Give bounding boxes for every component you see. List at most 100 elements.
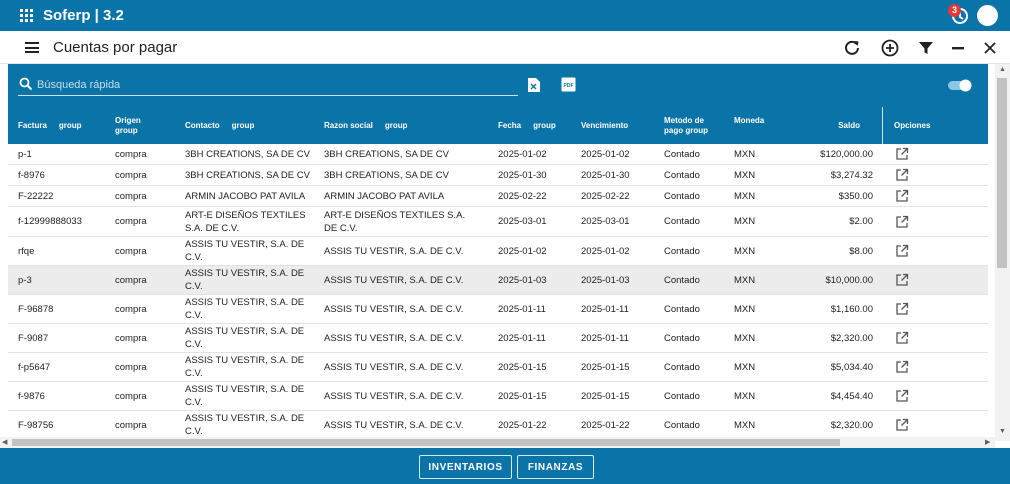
cell-vencimiento: 2025-01-11 — [581, 332, 629, 344]
finanzas-button[interactable]: FINANZAS — [517, 455, 594, 479]
refresh-icon[interactable] — [842, 38, 862, 58]
cell-factura: rfqe — [18, 245, 35, 257]
quick-search-input[interactable] — [37, 76, 515, 94]
excel-export-icon[interactable] — [527, 77, 541, 93]
table-row[interactable]: f-p5647 compra ASSIS TU VESTIR, S.A. DE C.… — [8, 353, 988, 382]
cell-factura: f-9876 — [18, 390, 45, 402]
col-header-origen[interactable]: Origen group — [115, 107, 165, 144]
cell-contacto: ASSIS TU VESTIR, S.A. DE C.V. — [185, 297, 305, 321]
cell-contacto: ARMIN JACOBO PAT AVILA — [185, 190, 306, 202]
table-row[interactable]: f-8976 compra 3BH CREATIONS, SA DE CV 3BH C… — [8, 165, 988, 186]
col-header-contacto[interactable]: Contacto group — [185, 107, 254, 144]
open-in-new-icon[interactable] — [895, 266, 909, 294]
col-header-factura[interactable]: Factura group — [18, 107, 82, 144]
open-in-new-icon[interactable] — [895, 186, 909, 206]
add-circle-icon[interactable] — [880, 38, 900, 58]
cell-metodo: Contado — [664, 169, 700, 181]
vertical-scrollbar[interactable]: ▲ ▼ — [995, 64, 1010, 441]
apps-grid-icon[interactable] — [20, 9, 33, 22]
cell-metodo: Contado — [664, 332, 700, 344]
quick-search — [18, 75, 518, 96]
pdf-label: PDF — [564, 83, 574, 89]
cell-vencimiento: 2025-01-02 — [581, 148, 630, 160]
scroll-right-arrow-icon[interactable]: ▶ — [985, 438, 990, 446]
table-row[interactable]: f-9876 compra ASSIS TU VESTIR, S.A. DE C.V… — [8, 382, 988, 411]
cell-fecha: 2025-01-11 — [498, 303, 546, 315]
col-header-metodo-pago[interactable]: Metodo de pago group — [664, 107, 716, 144]
cell-vencimiento: 2025-01-15 — [581, 390, 630, 402]
vertical-scroll-thumb[interactable] — [997, 78, 1007, 268]
table-row[interactable]: F-22222 compra ARMIN JACOBO PAT AVILA ARMIN… — [8, 186, 988, 207]
horizontal-scroll-thumb[interactable] — [12, 439, 840, 446]
scroll-up-arrow-icon[interactable]: ▲ — [999, 66, 1006, 73]
col-header-razon-social[interactable]: Razon social group — [324, 107, 408, 144]
open-in-new-icon[interactable] — [895, 353, 909, 381]
cell-vencimiento: 2025-01-22 — [581, 419, 630, 431]
search-bar: PDF — [8, 64, 988, 107]
horizontal-scrollbar[interactable]: ◀ ▶ — [0, 437, 995, 448]
open-in-new-icon[interactable] — [895, 144, 909, 164]
cell-contacto: ASSIS TU VESTIR, S.A. DE C.V. — [185, 268, 305, 292]
cell-razon: ASSIS TU VESTIR, S.A. DE C.V. — [324, 245, 464, 257]
open-in-new-icon[interactable] — [895, 324, 909, 352]
col-header-opciones: Opciones — [894, 120, 931, 130]
cell-saldo: $5,034.40 — [830, 361, 873, 373]
pdf-export-icon[interactable]: PDF — [561, 77, 576, 92]
cell-factura: f-12999888033 — [18, 216, 82, 227]
filter-icon[interactable] — [916, 38, 936, 58]
cell-saldo: $350.00 — [838, 190, 873, 202]
notifications-button[interactable]: 3 — [948, 4, 972, 26]
col-header-saldo[interactable]: Saldo — [798, 107, 860, 144]
group-label: group — [58, 120, 82, 130]
cell-vencimiento: 2025-03-01 — [581, 216, 630, 227]
cell-saldo: $2,320.00 — [830, 332, 873, 344]
table-row[interactable]: p-3 compra ASSIS TU VESTIR, S.A. DE C.V. AS… — [8, 266, 988, 295]
cell-metodo: Contado — [664, 390, 700, 402]
table-row[interactable]: rfqe compra ASSIS TU VESTIR, S.A. DE C.V. A… — [8, 237, 988, 266]
cell-saldo: $4,454.40 — [830, 390, 873, 402]
inventarios-button[interactable]: INVENTARIOS — [419, 455, 512, 479]
col-header-vencimiento[interactable]: Vencimiento — [581, 107, 628, 144]
cell-metodo: Contado — [664, 274, 700, 286]
minimize-icon[interactable] — [948, 38, 968, 58]
table-row[interactable]: f-12999888033 compra ART-E DISEÑOS TEXTILE… — [8, 207, 988, 237]
cell-metodo: Contado — [664, 148, 700, 160]
open-in-new-icon[interactable] — [895, 237, 909, 265]
cell-contacto: ASSIS TU VESTIR, S.A. DE C.V. — [185, 384, 305, 408]
view-toggle-switch[interactable] — [947, 78, 973, 92]
cell-saldo: $1,160.00 — [830, 303, 873, 315]
open-in-new-icon[interactable] — [895, 411, 909, 439]
cell-razon: ART-E DISEÑOS TEXTILES S.A. DE C.V. — [324, 209, 466, 234]
page-title: Cuentas por pagar — [53, 39, 178, 56]
cell-saldo: $2,320.00 — [830, 419, 873, 431]
cell-factura: p-3 — [18, 274, 32, 286]
table-row[interactable]: F-98756 compra ASSIS TU VESTIR, S.A. DE C.… — [8, 411, 988, 440]
cell-saldo: $120,000.00 — [820, 148, 873, 160]
scroll-left-arrow-icon[interactable]: ◀ — [2, 438, 7, 446]
cell-origen: compra — [115, 419, 147, 431]
cell-contacto: 3BH CREATIONS, SA DE CV — [185, 169, 310, 181]
cell-factura: f-8976 — [18, 169, 45, 181]
open-in-new-icon[interactable] — [895, 207, 909, 236]
table-row[interactable]: F-96878 compra ASSIS TU VESTIR, S.A. DE C.… — [8, 295, 988, 324]
open-in-new-icon[interactable] — [895, 295, 909, 323]
table-row[interactable]: F-9087 compra ASSIS TU VESTIR, S.A. DE C.V… — [8, 324, 988, 353]
open-in-new-icon[interactable] — [895, 382, 909, 410]
notification-count-badge: 3 — [948, 4, 961, 17]
open-in-new-icon[interactable] — [895, 165, 909, 185]
cell-metodo: Contado — [664, 419, 700, 431]
close-icon[interactable] — [980, 38, 1000, 58]
user-avatar[interactable] — [977, 5, 998, 26]
hamburger-menu-icon[interactable] — [25, 42, 39, 53]
col-header-moneda[interactable]: Moneda — [734, 102, 764, 139]
cell-saldo: $2.00 — [849, 216, 873, 227]
cell-metodo: Contado — [664, 245, 700, 257]
cell-factura: f-p5647 — [18, 361, 51, 373]
scroll-down-arrow-icon[interactable]: ▼ — [999, 428, 1006, 435]
table-row[interactable]: p-1 compra 3BH CREATIONS, SA DE CV 3BH CREA… — [8, 144, 988, 165]
col-header-fecha[interactable]: Fecha group — [498, 107, 556, 144]
cell-factura: F-96878 — [18, 303, 54, 315]
cell-saldo: $8.00 — [849, 245, 873, 257]
cell-vencimiento: 2025-01-02 — [581, 245, 630, 257]
cell-razon: ASSIS TU VESTIR, S.A. DE C.V. — [324, 332, 464, 344]
